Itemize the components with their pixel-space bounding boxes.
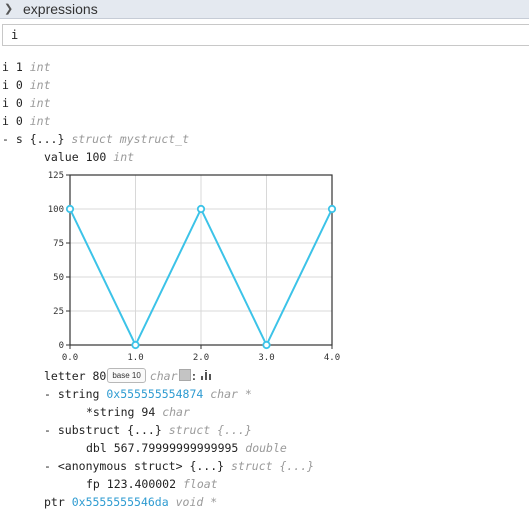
var-name: i: [2, 60, 9, 74]
member-row-deref-string[interactable]: *string 94 char: [86, 404, 190, 420]
x-axis: 0.0 1.0 2.0 3.0 4.0: [62, 345, 340, 363]
data-point: [196, 204, 206, 214]
var-type: struct {...}: [231, 459, 315, 473]
var-name: <anonymous struct>: [57, 459, 183, 473]
var-type: int: [113, 150, 135, 164]
data-point: [262, 340, 271, 350]
expressions-panel-header[interactable]: ❯ expressions: [0, 0, 529, 19]
var-value: 123.400002: [106, 477, 177, 491]
var-name: fp: [86, 477, 100, 491]
var-type: char *: [210, 387, 252, 401]
var-name: dbl: [86, 441, 107, 455]
var-value: 0: [15, 96, 23, 110]
pointer-address[interactable]: 0x555555554874: [106, 387, 203, 401]
member-row-substruct[interactable]: - substruct {...} struct {...}: [44, 422, 252, 438]
var-name: s: [15, 132, 23, 146]
var-name: letter: [44, 369, 86, 383]
var-type: int: [29, 60, 51, 74]
x-tick-label: 0.0: [62, 353, 78, 363]
x-tick-label: 2.0: [193, 353, 209, 363]
type-colon: :: [190, 369, 198, 383]
y-tick-label: 100: [48, 205, 64, 215]
var-value: 100: [85, 150, 107, 164]
struct-row-s[interactable]: - s {...} struct mystruct_t: [2, 131, 189, 147]
var-type: int: [29, 96, 51, 110]
value-history-chart: 0 25 50 75 100 125 0.0 1.0 2.0 3.0 4.0: [48, 171, 340, 363]
expression-row[interactable]: i 0 int: [2, 95, 51, 111]
color-swatch-icon[interactable]: [178, 368, 191, 381]
var-name: i: [2, 96, 9, 110]
member-row-dbl[interactable]: dbl 567.79999999999995 double: [86, 440, 287, 456]
expression-row[interactable]: i 0 int: [2, 77, 51, 93]
y-tick-label: 75: [53, 239, 64, 249]
x-tick-label: 3.0: [258, 353, 274, 363]
var-value: 0: [15, 114, 23, 128]
x-tick-label: 1.0: [127, 353, 143, 363]
panel-title: expressions: [23, 1, 98, 17]
collapse-toggle[interactable]: -: [44, 387, 51, 401]
var-name: ptr: [44, 495, 65, 509]
data-point: [327, 204, 337, 214]
data-point: [131, 340, 140, 350]
pointer-address[interactable]: 0x5555555546da: [72, 495, 169, 509]
var-name: i: [2, 114, 9, 128]
y-axis: 0 25 50 75 100 125: [48, 171, 70, 351]
member-row-anonymous-struct[interactable]: - <anonymous struct> {...} struct {...}: [44, 458, 314, 474]
chevron-down-icon[interactable]: ❯: [4, 2, 13, 15]
var-value: 567.79999999999995: [113, 441, 239, 455]
struct-brace[interactable]: {...}: [30, 132, 65, 146]
var-name: *string: [86, 405, 135, 419]
var-name: string: [57, 387, 100, 401]
var-name: substruct: [57, 423, 121, 437]
var-type: float: [182, 477, 218, 491]
y-tick-label: 125: [48, 171, 64, 181]
base-select-button[interactable]: base 10: [107, 368, 146, 383]
var-value: 1: [15, 60, 23, 74]
var-type: struct mystruct_t: [71, 132, 190, 146]
var-value: 0: [15, 78, 23, 92]
y-tick-label: 0: [59, 341, 64, 351]
collapse-toggle[interactable]: -: [2, 132, 9, 146]
x-tick-label: 4.0: [324, 353, 340, 363]
var-value: 94: [141, 405, 156, 419]
var-type: char: [162, 405, 190, 419]
data-point: [65, 204, 75, 214]
var-type: struct {...}: [168, 423, 252, 437]
member-row-letter[interactable]: letter 80 base 10 char:: [44, 368, 212, 384]
var-type: double: [245, 441, 287, 455]
var-type: void *: [175, 495, 218, 509]
var-value: 80: [92, 369, 107, 383]
member-row-value[interactable]: value 100 int: [44, 149, 134, 165]
chart-grid: [69, 174, 333, 346]
var-type: int: [29, 78, 51, 92]
collapse-toggle[interactable]: -: [44, 459, 51, 473]
struct-brace[interactable]: {...}: [127, 423, 162, 437]
y-tick-label: 25: [53, 307, 64, 317]
var-name: i: [2, 78, 9, 92]
member-row-fp[interactable]: fp 123.400002 float: [86, 476, 218, 492]
expression-row[interactable]: i 1 int: [2, 59, 51, 75]
var-type: char: [149, 369, 178, 383]
struct-brace[interactable]: {...}: [189, 459, 224, 473]
expression-input[interactable]: i: [2, 24, 529, 46]
collapse-toggle[interactable]: -: [44, 423, 51, 437]
var-type: int: [29, 114, 51, 128]
bar-chart-icon[interactable]: [201, 369, 212, 380]
member-row-string[interactable]: - string 0x555555554874 char *: [44, 386, 252, 402]
var-name: value: [44, 150, 79, 164]
y-tick-label: 50: [53, 273, 64, 283]
expression-row[interactable]: i 0 int: [2, 113, 51, 129]
